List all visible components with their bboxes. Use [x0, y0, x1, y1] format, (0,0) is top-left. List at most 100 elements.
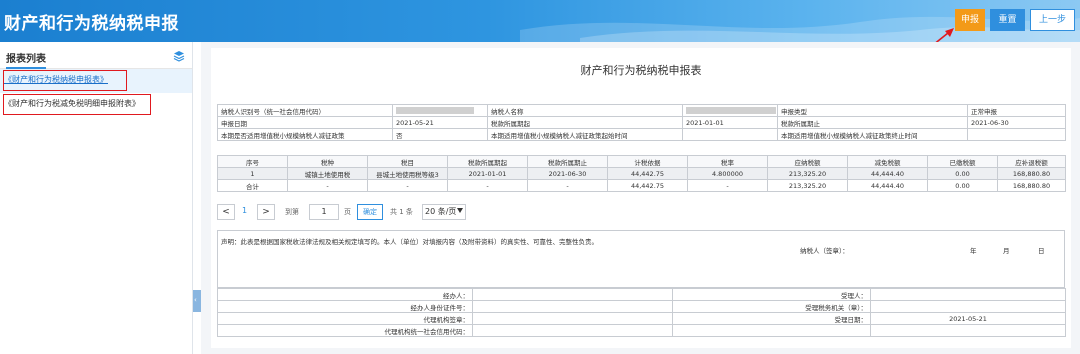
period-end-value: 2021-06-30: [967, 116, 1066, 129]
agency-code-value: [472, 324, 673, 337]
tax-office-label: 受理税务机关（章）：: [672, 300, 871, 313]
form-title: 财产和行为税纳税申报表: [580, 64, 702, 77]
column-header: 计税依据: [607, 155, 688, 168]
table-cell: -: [527, 179, 608, 192]
table-cell: -: [367, 179, 448, 192]
page-size-value: 20 条/页: [425, 207, 457, 216]
table-cell: 0.00: [927, 179, 998, 192]
declare-date-value: 2021-05-21: [392, 116, 488, 129]
current-page[interactable]: 1: [242, 206, 247, 215]
table-cell: 城镇土地使用税: [287, 167, 368, 180]
receiver-label: 受理人：: [672, 288, 871, 301]
signature-table: 经办人： 受理人： 经办人身份证件号： 受理税务机关（章）： 代理机构签章： 受…: [217, 288, 1066, 337]
taxpayer-name-label: 纳税人名称: [487, 104, 683, 117]
agency-seal-value: [472, 312, 673, 325]
next-page-button[interactable]: >: [257, 204, 275, 220]
column-header: 序号: [217, 155, 288, 168]
sidebar: 报表列表 《财产和行为税纳税申报表》 《财产和行为税减免税明细申报附表》: [0, 42, 193, 354]
table-cell: 168,880.80: [997, 179, 1066, 192]
period-start-value: 2021-01-01: [682, 116, 778, 129]
taxpayer-info-table: 纳税人识别号（统一社会信用代码） 纳税人名称 申报类型 正常申报 申报日期 20…: [217, 104, 1066, 141]
column-header: 税目: [367, 155, 448, 168]
table-cell: 168,880.80: [997, 167, 1066, 180]
goto-confirm-button[interactable]: 确定: [357, 204, 383, 220]
annotation-highlight-box: [3, 70, 127, 91]
table-row-total: 合计 - - - - 44,442.75 - 213,325.20 44,444…: [217, 179, 1066, 192]
goto-page-input[interactable]: 1: [309, 204, 339, 220]
policy-label: 本期是否适用增值税小规模纳税人减征政策: [217, 128, 393, 141]
empty-cell: [672, 324, 871, 337]
accept-date-value: 2021-05-21: [870, 312, 1066, 325]
chevron-left-icon: ‹: [194, 296, 197, 304]
column-header: 税种: [287, 155, 368, 168]
declaration-text: 声明：此表是根据国家税收法律法规及相关规定填写的。本人（单位）对填报内容（及附带…: [221, 238, 598, 246]
table-cell: 2021-01-01: [447, 167, 528, 180]
column-header: 税款所属期起: [447, 155, 528, 168]
column-header: 应补退税额: [997, 155, 1066, 168]
table-cell: 44,444.40: [847, 167, 928, 180]
declaration-box: 声明：此表是根据国家税收法律法规及相关规定填写的。本人（单位）对填报内容（及附带…: [217, 230, 1065, 288]
policy-value: 否: [392, 128, 488, 141]
table-cell: -: [687, 179, 768, 192]
app-title: 财产和行为税纳税申报: [4, 14, 179, 34]
table-cell: 213,325.20: [767, 167, 848, 180]
reset-button[interactable]: 重置: [990, 9, 1025, 31]
declare-type-label: 申报类型: [777, 104, 968, 117]
total-count: 共 1 条: [390, 208, 413, 216]
declaration-month: 月: [1003, 247, 1010, 255]
policy-end-label: 本期适用增值税小规模纳税人减征政策终止时间: [777, 128, 968, 141]
declare-date-label: 申报日期: [217, 116, 393, 129]
handler-value: [472, 288, 673, 301]
column-header: 已缴税额: [927, 155, 998, 168]
taxpayer-id-value: [392, 104, 488, 117]
table-cell: 44,442.75: [607, 167, 688, 180]
table-cell: 1: [217, 167, 288, 180]
table-cell: -: [447, 179, 528, 192]
declaration-signer: 纳税人（签章）：: [800, 247, 849, 255]
table-cell: 2021-06-30: [527, 167, 608, 180]
policy-start-label: 本期适用增值税小规模纳税人减征政策起始时间: [487, 128, 683, 141]
period-end-label: 税款所属期止: [777, 116, 968, 129]
sidebar-title: 报表列表: [6, 50, 46, 69]
sidebar-item-exemption-schedule[interactable]: 《财产和行为税减免税明细申报附表》: [0, 93, 192, 117]
agency-seal-label: 代理机构签章：: [217, 312, 473, 325]
accept-date-label: 受理日期：: [672, 312, 871, 325]
table-header-row: 序号 税种 税目 税款所属期起 税款所属期止 计税依据 税率 应纳税额 减免税额…: [217, 155, 1066, 168]
annotation-highlight-box: [3, 94, 151, 115]
table-cell: 213,325.20: [767, 179, 848, 192]
table-cell: -: [287, 179, 368, 192]
empty-cell: [870, 324, 1066, 337]
tax-office-value: [870, 300, 1066, 313]
handler-id-label: 经办人身份证件号：: [217, 300, 473, 313]
receiver-value: [870, 288, 1066, 301]
tax-detail-table: 序号 税种 税目 税款所属期起 税款所属期止 计税依据 税率 应纳税额 减免税额…: [217, 155, 1066, 192]
handler-id-value: [472, 300, 673, 313]
stack-icon[interactable]: [173, 50, 185, 62]
policy-start-value: [682, 128, 778, 141]
prev-page-button[interactable]: <: [217, 204, 235, 220]
table-cell: 合计: [217, 179, 288, 192]
prev-step-button[interactable]: 上一步: [1030, 9, 1075, 31]
table-cell: 44,442.75: [607, 179, 688, 192]
column-header: 税率: [687, 155, 768, 168]
column-header: 应纳税额: [767, 155, 848, 168]
taxpayer-id-label: 纳税人识别号（统一社会信用代码）: [217, 104, 393, 117]
taxpayer-name-value: [682, 104, 778, 117]
main-content: 财产和行为税纳税申报表 纳税人识别号（统一社会信用代码） 纳税人名称 申报类型 …: [201, 42, 1080, 354]
table-cell: 县城土地使用税等级3: [367, 167, 448, 180]
redacted-value: [396, 107, 474, 114]
form-panel: 财产和行为税纳税申报表 纳税人识别号（统一社会信用代码） 纳税人名称 申报类型 …: [211, 48, 1071, 348]
sidebar-header: 报表列表: [0, 42, 192, 69]
table-cell: 44,444.40: [847, 179, 928, 192]
table-cell: 0.00: [927, 167, 998, 180]
declare-type-value: 正常申报: [967, 104, 1066, 117]
policy-end-value: [967, 128, 1066, 141]
sidebar-item-declaration-form[interactable]: 《财产和行为税纳税申报表》: [0, 69, 192, 93]
chevron-down-icon: [457, 208, 463, 213]
page-unit-label: 页: [344, 208, 351, 216]
column-header: 减免税额: [847, 155, 928, 168]
table-row[interactable]: 1 城镇土地使用税 县城土地使用税等级3 2021-01-01 2021-06-…: [217, 167, 1066, 180]
handler-label: 经办人：: [217, 288, 473, 301]
declaration-day: 日: [1038, 247, 1045, 255]
period-start-label: 税款所属期起: [487, 116, 683, 129]
